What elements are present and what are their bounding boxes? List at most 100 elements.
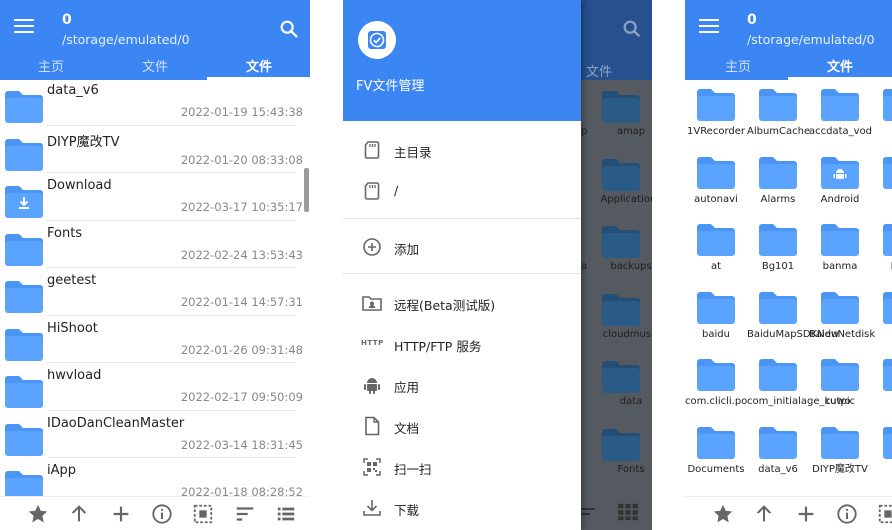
grid-item[interactable]: DIYP魔改TV (809, 426, 871, 492)
drawer-item-http-ftp[interactable]: HTTP HTTP/FTP 服务 (343, 324, 581, 364)
download-folder-icon (882, 223, 892, 261)
grid-item-label: Alarms (760, 193, 796, 205)
tab-files-active[interactable]: 文件 (246, 56, 272, 75)
navigation-drawer-panel: 文件 amap p Applications backups a cloudmusic da… (343, 0, 652, 530)
arrow-up-icon[interactable] (752, 503, 776, 525)
file-grid-panel: 0 /storage/emulated/0 主页 文件 1VRecorder Al… (685, 0, 892, 530)
grid-item[interactable]: An (871, 156, 892, 222)
remote-folder-icon (362, 296, 382, 311)
file-list-row[interactable]: geetest 2022-01-14 14:57:31 (0, 268, 305, 316)
drawer-item-root[interactable]: / (343, 171, 581, 211)
navigation-drawer: FV文件管理 主目录 / 添加 远程(Beta测试版) HTTP HTTP/FT… (343, 0, 581, 530)
folder-icon (4, 375, 44, 413)
grid-item[interactable]: at (685, 223, 747, 289)
document-icon (365, 416, 380, 436)
scrollbar[interactable] (304, 168, 309, 212)
grid-item[interactable]: com.clicli.po (685, 358, 747, 424)
search-icon[interactable] (278, 18, 300, 40)
drawer-item-documents[interactable]: 文档 (343, 406, 581, 446)
file-list-row[interactable]: Fonts 2022-02-24 13:53:43 (0, 221, 305, 268)
select-icon[interactable] (191, 503, 215, 525)
file-list-row[interactable]: HiShoot 2022-01-26 09:31:48 (0, 316, 305, 363)
grid-item-label: Documents (687, 463, 745, 475)
file-name: data_v6 (47, 83, 99, 98)
grid-item[interactable]: BaiduMapSDKNew (747, 291, 839, 357)
tab-files[interactable]: 文件 (827, 56, 853, 75)
drawer-item-scan[interactable]: 扫一扫 (343, 447, 581, 487)
drawer-header: FV文件管理 (343, 0, 581, 121)
select-icon[interactable] (876, 503, 892, 525)
grid-item[interactable]: cutpic (809, 358, 871, 424)
grid-item[interactable]: D (871, 358, 892, 424)
file-name: hwvload (47, 368, 102, 383)
tab-files: 文件 (586, 65, 613, 80)
file-list-row[interactable]: DIYP魔改TV 2022-01-20 08:33:08 (0, 126, 305, 173)
grid-item[interactable]: autonavi (685, 156, 747, 222)
file-list-row[interactable]: Download 2022-03-17 10:35:17 (0, 173, 305, 221)
grid-item[interactable]: Android (809, 156, 871, 222)
info-icon[interactable] (150, 503, 174, 525)
folder-icon (696, 291, 736, 329)
grid-item[interactable]: Documents (685, 426, 747, 492)
grid-item[interactable]: accdata_vod (809, 88, 872, 154)
grid-item[interactable]: 1VRecorder (685, 88, 747, 154)
star-icon[interactable] (711, 503, 735, 525)
grid-item-label: Byte (871, 261, 892, 273)
drawer-item-label: HTTP/FTP 服务 (394, 339, 482, 354)
grid-item-label: 1VRecorder (686, 126, 746, 137)
grid-item[interactable]: Byte (871, 223, 892, 289)
grid-item[interactable]: banma (809, 223, 871, 289)
folder-icon (758, 156, 798, 194)
folder-label: p (581, 126, 588, 137)
app-name: FV文件管理 (356, 79, 425, 94)
divider (343, 218, 581, 219)
tab-home[interactable]: 主页 (38, 56, 64, 75)
info-icon[interactable] (835, 503, 859, 525)
drawer-item-add[interactable]: 添加 (343, 227, 581, 267)
http-icon: HTTP (361, 339, 384, 347)
drawer-item-label: 主目录 (394, 145, 432, 160)
grid-item[interactable]: baidu (685, 291, 747, 357)
tab-files[interactable]: 文件 (142, 56, 168, 75)
file-list-row[interactable]: IDaoDanCleanMaster 2022-03-14 18:31:45 (0, 411, 305, 458)
file-list-row[interactable]: hwvload 2022-02-17 09:50:09 (0, 363, 305, 411)
drawer-item-apps[interactable]: 应用 (343, 365, 581, 405)
file-date: 2022-01-26 09:31:48 (180, 342, 303, 357)
grid-item[interactable]: Bi (871, 291, 892, 357)
grid-item-label: DIYP魔改TV (812, 463, 868, 475)
plus-icon[interactable] (109, 503, 133, 525)
list-view-icon[interactable] (274, 503, 298, 525)
file-date: 2022-03-14 18:31:45 (180, 437, 303, 452)
grid-item-label: BaiduNetdisk (809, 328, 876, 340)
sort-icon[interactable] (233, 503, 257, 525)
tab-home[interactable]: 主页 (725, 56, 751, 75)
grid-item[interactable]: BaiduNetdisk (809, 291, 876, 357)
dimmed-background[interactable]: 文件 amap p Applications backups a cloudmusic da… (581, 0, 652, 530)
folder-icon (758, 223, 798, 261)
grid-item[interactable]: AlbumCache (747, 88, 810, 154)
arrow-up-icon[interactable] (67, 503, 91, 525)
tab-indicator (788, 77, 892, 80)
plus-icon[interactable] (794, 503, 818, 525)
android-folder-icon (820, 156, 860, 194)
menu-icon[interactable] (699, 19, 719, 37)
star-icon[interactable] (26, 503, 50, 525)
grid-item[interactable]: accr (871, 88, 892, 154)
drawer-item-home-directory[interactable]: 主目录 (343, 130, 581, 170)
drawer-item-remote[interactable]: 远程(Beta测试版) (343, 283, 581, 323)
grid-item-label: An (871, 194, 892, 206)
folder-icon (820, 223, 860, 261)
grid-item-label: Bi (871, 329, 892, 341)
grid-item[interactable]: Bg101 (747, 223, 809, 289)
folder-icon (758, 358, 798, 396)
file-name: geetest (47, 273, 97, 288)
drawer-item-label: 扫一扫 (394, 462, 432, 477)
grid-item[interactable]: com_initialage_kuwo (747, 358, 851, 424)
file-date: 2022-03-17 10:35:17 (180, 200, 303, 214)
grid-item[interactable]: Alarms (747, 156, 809, 222)
menu-icon[interactable] (14, 19, 34, 37)
grid-item[interactable]: data_v6 (747, 426, 809, 492)
grid-item[interactable]: Dov (871, 426, 892, 492)
drawer-item-downloads[interactable]: 下载 (343, 488, 581, 528)
file-list-row[interactable]: data_v6 2022-01-19 15:43:38 (0, 78, 305, 126)
